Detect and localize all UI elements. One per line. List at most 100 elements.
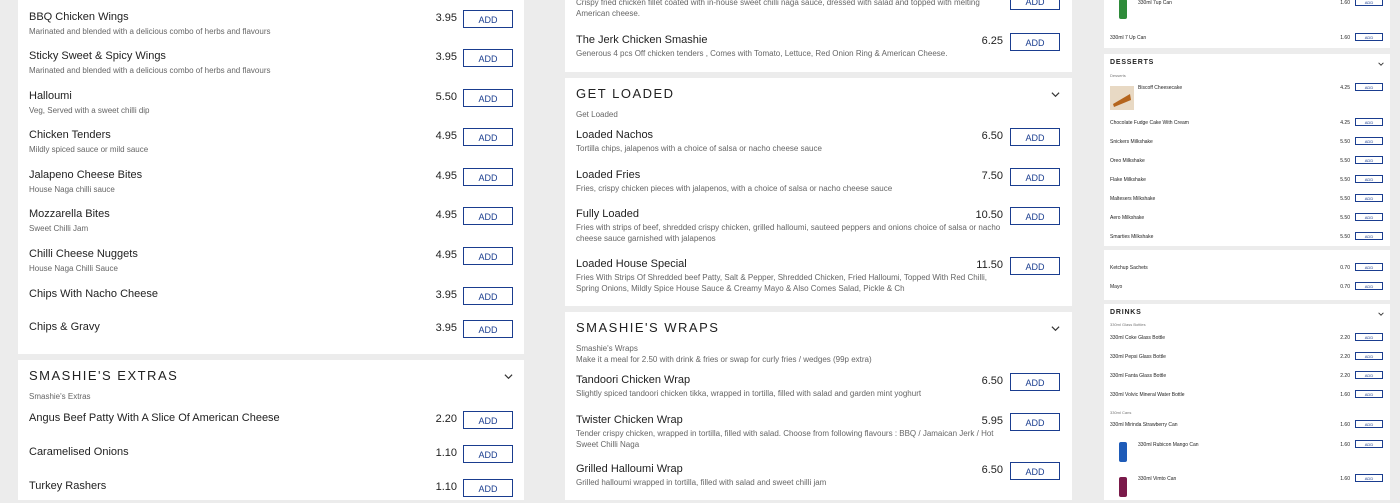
add-button[interactable]: ADD [463,128,513,146]
add-button[interactable]: ADD [1010,0,1060,10]
add-button[interactable]: ADD [1355,282,1383,290]
section-title-drinks: DRINKS [1110,309,1142,316]
add-button[interactable]: ADD [1355,213,1383,221]
item-description: Crispy fried chicken fillet coated with … [576,0,980,18]
smashie-card: Crispy fried chicken fillet coated with … [565,0,1072,72]
add-button[interactable]: ADD [1010,128,1060,146]
add-button[interactable]: ADD [463,287,513,305]
add-button[interactable]: ADD [463,320,513,338]
item-price: 5.50 [1340,215,1350,221]
add-button[interactable]: ADD [1355,118,1383,126]
item-description: Veg, Served with a sweet chilli dip [29,106,150,115]
add-button[interactable]: ADD [1355,440,1383,448]
section-title-wraps: SMASHIE'S WRAPS [576,320,720,335]
wraps-section: SMASHIE'S WRAPS Smashie's Wraps Make it … [565,312,1072,500]
item-name: Mozzarella Bites [29,208,110,220]
add-button[interactable]: ADD [1355,156,1383,164]
item-name: BBQ Chicken Wings [29,11,129,23]
chevron-down-icon[interactable] [1378,311,1384,317]
item-name: 330ml Volvic Mineral Water Bottle [1110,392,1185,398]
item-price: 7.50 [981,170,1003,182]
item-price: 5.50 [1340,196,1350,202]
add-button[interactable]: ADD [463,479,513,497]
section-subtitle-bottles: 330ml Glass Bottles [1110,322,1146,327]
item-price: 5.50 [1340,139,1350,145]
add-button[interactable]: ADD [1355,333,1383,341]
add-button[interactable]: ADD [463,10,513,28]
item-name: Loaded Nachos [576,129,654,141]
add-button[interactable]: ADD [1355,0,1383,6]
item-price: 5.50 [1340,177,1350,183]
add-button[interactable]: ADD [1010,373,1060,391]
add-button[interactable]: ADD [1355,175,1383,183]
add-button[interactable]: ADD [463,89,513,107]
item-name: Loaded Fries [576,169,641,181]
item-name: Ketchup Sachets [1110,265,1148,271]
item-name: Mayo [1110,284,1123,290]
add-button[interactable]: ADD [463,445,513,463]
chevron-down-icon[interactable] [1378,61,1384,67]
item-price: 5.50 [435,91,457,103]
add-button[interactable]: ADD [1010,257,1060,275]
item-name: Chocolate Fudge Cake With Cream [1110,120,1189,126]
item-name: 330ml Coke Glass Bottle [1110,335,1166,341]
item-description: Fries With Strips Of Shredded beef Patty… [576,273,988,293]
add-button[interactable]: ADD [1355,33,1383,41]
can-image [1112,0,1134,20]
item-price: 3.95 [435,322,457,334]
add-button[interactable]: ADD [1355,420,1383,428]
add-button[interactable]: ADD [1355,371,1383,379]
add-button[interactable]: ADD [1355,474,1383,482]
add-button[interactable]: ADD [463,49,513,67]
add-button[interactable]: ADD [1010,462,1060,480]
item-name: 330ml Pepsi Glass Bottle [1110,354,1166,360]
item-name: 330ml 7up Can [1138,0,1172,6]
add-button[interactable]: ADD [1355,194,1383,202]
item-name: 330ml Fanta Glass Bottle [1110,373,1167,379]
add-button[interactable]: ADD [1355,352,1383,360]
item-description: Marinated and blended with a delicious c… [29,66,271,75]
item-price: 1.60 [1340,35,1350,41]
item-name: Flake Milkshake [1110,177,1146,183]
add-button[interactable]: ADD [1010,33,1060,51]
item-name: Halloumi [29,90,72,102]
item-name: Chilli Cheese Nuggets [29,248,138,260]
chevron-down-icon[interactable] [1051,324,1060,333]
add-button[interactable]: ADD [463,411,513,429]
item-description: Grilled halloumi wrapped in tortilla, fi… [576,478,827,487]
item-description: Marinated and blended with a delicious c… [29,27,271,36]
item-description: Sweet Chilli Jam [29,224,89,233]
add-button[interactable]: ADD [1355,263,1383,271]
left-menu-card: BBQ Chicken Wings Marinated and blended w… [18,0,524,354]
item-price: 2.20 [435,413,457,425]
drinks-section: DRINKS 330ml Glass Bottles 330ml Cans 33… [1104,304,1390,500]
add-button[interactable]: ADD [1355,232,1383,240]
item-name: Caramelised Onions [29,446,129,458]
item-name: Angus Beef Patty With A Slice Of America… [29,412,280,424]
item-name: Grilled Halloumi Wrap [576,463,683,475]
item-price: 3.95 [435,51,457,63]
item-price: 2.20 [1340,354,1350,360]
desserts-section: DESSERTS Desserts Biscoff Cheesecake 4.25… [1104,54,1390,246]
get-loaded-section: GET LOADED Get Loaded Loaded Nachos Torti… [565,78,1072,306]
item-name: Chips With Nacho Cheese [29,288,159,300]
add-button[interactable]: ADD [1010,168,1060,186]
item-price: 1.60 [1340,476,1350,482]
item-price: 0.70 [1340,265,1350,271]
item-price: 10.50 [975,209,1003,221]
item-description: Fries, crispy chicken pieces with jalape… [576,184,893,193]
add-button[interactable]: ADD [1355,390,1383,398]
add-button[interactable]: ADD [463,168,513,186]
sauces-card: Ketchup Sachets 0.70 ADD Mayo 0.70 ADD [1104,250,1390,300]
chevron-down-icon[interactable] [1051,90,1060,99]
add-button[interactable]: ADD [1010,413,1060,431]
add-button[interactable]: ADD [463,207,513,225]
item-price: 5.50 [1340,158,1350,164]
add-button[interactable]: ADD [1010,207,1060,225]
item-price: 4.95 [435,249,457,261]
chevron-down-icon[interactable] [504,372,513,381]
add-button[interactable]: ADD [1355,83,1383,91]
cheesecake-image [1110,86,1134,110]
add-button[interactable]: ADD [1355,137,1383,145]
add-button[interactable]: ADD [463,247,513,265]
